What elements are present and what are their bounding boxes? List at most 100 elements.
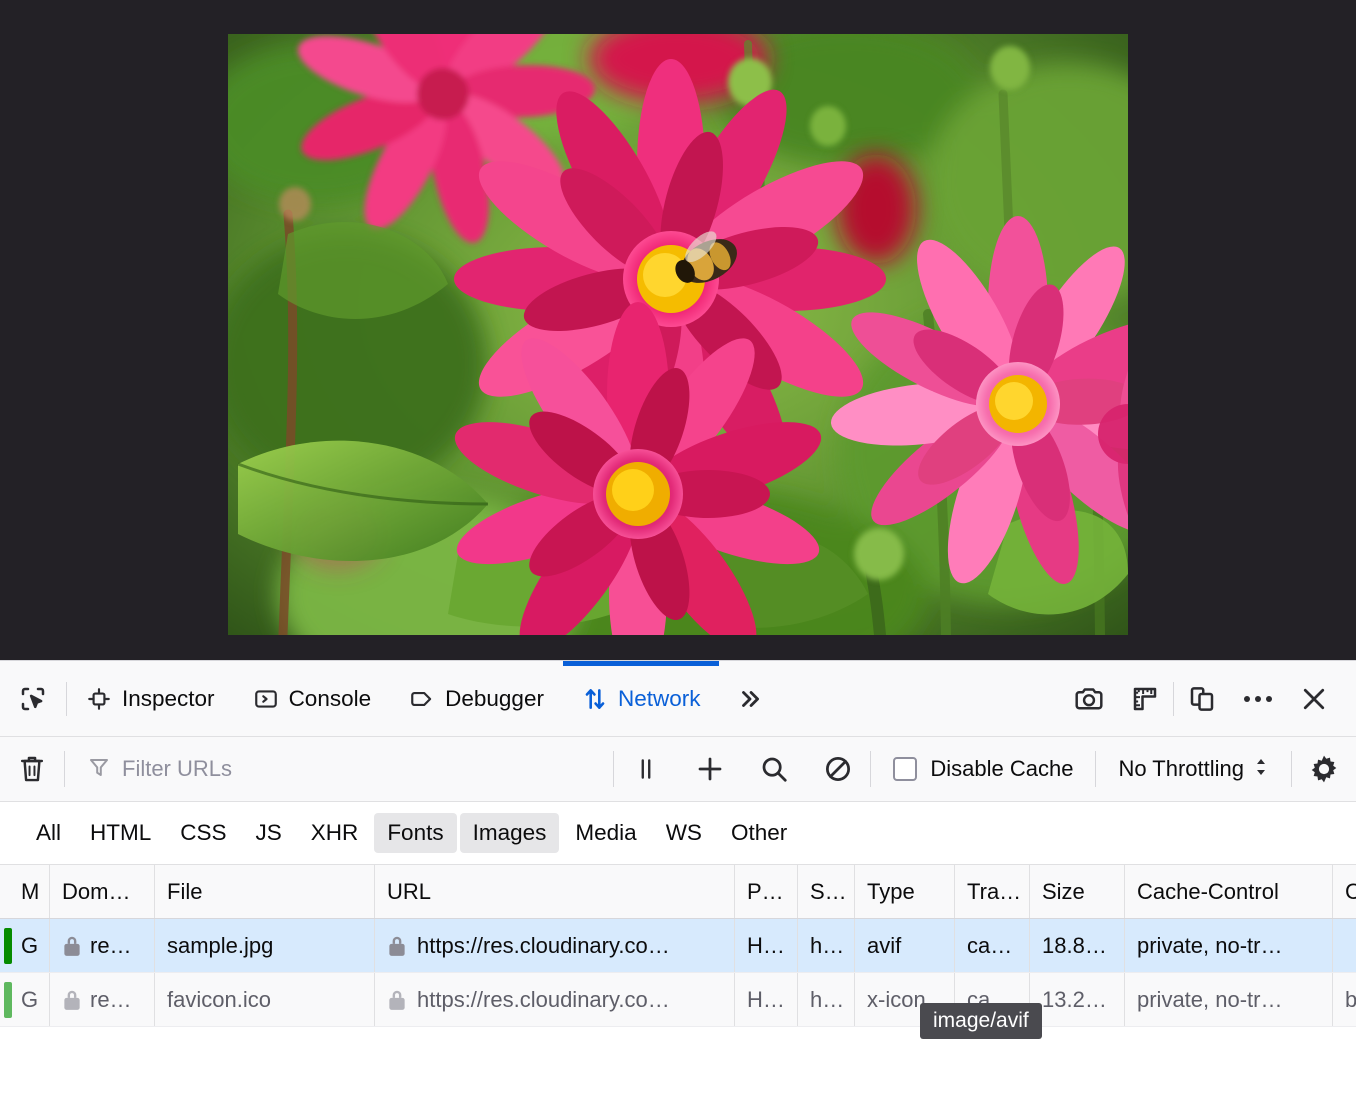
row-cache-control: private, no-tr… [1125, 919, 1333, 972]
row-status-indicator [0, 973, 15, 1026]
column-header-url[interactable]: URL [375, 865, 735, 918]
ellipsis-icon[interactable] [1230, 661, 1286, 736]
row-file: sample.jpg [155, 919, 375, 972]
row-domain-text: re… [90, 987, 132, 1013]
status-bar [4, 982, 12, 1018]
network-requests-table: M Dom… File URL P… S… Type Tra… Size Cac… [0, 865, 1356, 1027]
row-url-text: https://res.cloudinary.co… [417, 933, 670, 959]
type-filter-js[interactable]: JS [243, 813, 295, 853]
responsive-device-icon[interactable] [1174, 661, 1230, 736]
trash-icon[interactable] [0, 737, 64, 801]
column-header-size[interactable]: Size [1030, 865, 1125, 918]
debugger-icon [409, 686, 435, 712]
column-header-domain[interactable]: Dom… [50, 865, 155, 918]
disable-cache-checkbox-box[interactable] [893, 757, 917, 781]
chevron-updown-icon [1253, 755, 1269, 784]
network-type-filters: All HTML CSS JS XHR Fonts Images Media W… [0, 802, 1356, 865]
column-header-type[interactable]: Type [855, 865, 955, 918]
row-size: 13.2… [1030, 973, 1125, 1026]
row-protocol: H… [735, 919, 798, 972]
table-header-row: M Dom… File URL P… S… Type Tra… Size Cac… [0, 865, 1356, 919]
tab-console[interactable]: Console [234, 661, 391, 736]
row-protocol: H… [735, 973, 798, 1026]
status-bar [4, 928, 12, 964]
devtools-tabbar: Inspector Console Debugger [0, 661, 1356, 737]
row-url: https://res.cloudinary.co… [375, 919, 735, 972]
block-icon[interactable] [806, 737, 870, 801]
tab-network[interactable]: Network [563, 661, 720, 736]
page-image-sample-jpg[interactable] [228, 34, 1128, 635]
row-method: G [15, 973, 50, 1026]
table-row[interactable]: G re… sample.jpg https:// [0, 919, 1356, 973]
column-header-method[interactable]: M [15, 865, 50, 918]
close-icon[interactable] [1286, 661, 1342, 736]
throttling-dropdown[interactable]: No Throttling [1096, 737, 1291, 801]
row-domain-text: re… [90, 933, 132, 959]
row-content-encoding [1333, 919, 1356, 972]
column-header-protocol[interactable]: P… [735, 865, 798, 918]
gear-icon[interactable] [1292, 737, 1356, 801]
network-toolbar: Filter URLs Disable Cache [0, 737, 1356, 802]
row-type: avif [855, 919, 955, 972]
tab-debugger-label: Debugger [445, 686, 544, 712]
search-icon[interactable] [742, 737, 806, 801]
type-filter-all[interactable]: All [23, 813, 74, 853]
browser-page-viewport [0, 0, 1356, 660]
row-file: favicon.ico [155, 973, 375, 1026]
tab-console-label: Console [289, 686, 372, 712]
column-header-transferred[interactable]: Tra… [955, 865, 1030, 918]
type-filter-fonts[interactable]: Fonts [374, 813, 456, 853]
row-content-encoding: br [1333, 973, 1356, 1026]
inspector-icon [86, 686, 112, 712]
tab-network-label: Network [618, 686, 701, 712]
filter-urls-input[interactable]: Filter URLs [65, 737, 613, 801]
disable-cache-checkbox[interactable]: Disable Cache [871, 737, 1095, 801]
row-size: 18.8… [1030, 919, 1125, 972]
column-header-content-encoding[interactable]: C [1333, 865, 1356, 918]
column-header-cache-control[interactable]: Cache-Control [1125, 865, 1333, 918]
row-url: https://res.cloudinary.co… [375, 973, 735, 1026]
lock-icon [387, 988, 407, 1012]
row-scheme: h… [798, 919, 855, 972]
flower-photo-graphic [228, 34, 1128, 635]
devtools-tabbar-actions [1061, 661, 1356, 736]
row-status-indicator [0, 919, 15, 972]
row-transferred: ca… [955, 919, 1030, 972]
row-url-text: https://res.cloudinary.co… [417, 987, 670, 1013]
type-filter-html[interactable]: HTML [77, 813, 164, 853]
tab-inspector[interactable]: Inspector [67, 661, 234, 736]
plus-icon[interactable] [678, 737, 742, 801]
row-domain: re… [50, 973, 155, 1026]
disable-cache-label: Disable Cache [930, 756, 1073, 782]
tab-inspector-label: Inspector [122, 686, 215, 712]
camera-icon[interactable] [1061, 661, 1117, 736]
column-header-file[interactable]: File [155, 865, 375, 918]
type-filter-images[interactable]: Images [460, 813, 560, 853]
row-cache-control: private, no-tr… [1125, 973, 1333, 1026]
tab-debugger[interactable]: Debugger [390, 661, 563, 736]
element-picker-icon[interactable] [0, 661, 66, 736]
type-filter-xhr[interactable]: XHR [298, 813, 372, 853]
lock-icon [62, 934, 82, 958]
row-domain: re… [50, 919, 155, 972]
devtools-panel: Inspector Console Debugger [0, 660, 1356, 1100]
pause-icon[interactable] [614, 737, 678, 801]
filter-urls-placeholder: Filter URLs [122, 756, 232, 782]
table-row[interactable]: G re… favicon.ico https:/ [0, 973, 1356, 1027]
console-icon [253, 686, 279, 712]
type-filter-other[interactable]: Other [718, 813, 800, 853]
network-icon [582, 685, 608, 713]
column-header-scheme[interactable]: S… [798, 865, 855, 918]
funnel-icon [87, 755, 111, 784]
ruler-icon[interactable] [1117, 661, 1173, 736]
row-method: G [15, 919, 50, 972]
type-filter-css[interactable]: CSS [167, 813, 239, 853]
column-header-status[interactable] [0, 865, 15, 918]
type-filter-ws[interactable]: WS [653, 813, 715, 853]
type-filter-media[interactable]: Media [562, 813, 649, 853]
lock-icon [387, 934, 407, 958]
lock-icon [62, 988, 82, 1012]
tabs-overflow-chevron-icon[interactable] [719, 661, 781, 736]
mime-type-tooltip: image/avif [920, 1003, 1042, 1039]
devtools-tabs: Inspector Console Debugger [67, 661, 781, 736]
